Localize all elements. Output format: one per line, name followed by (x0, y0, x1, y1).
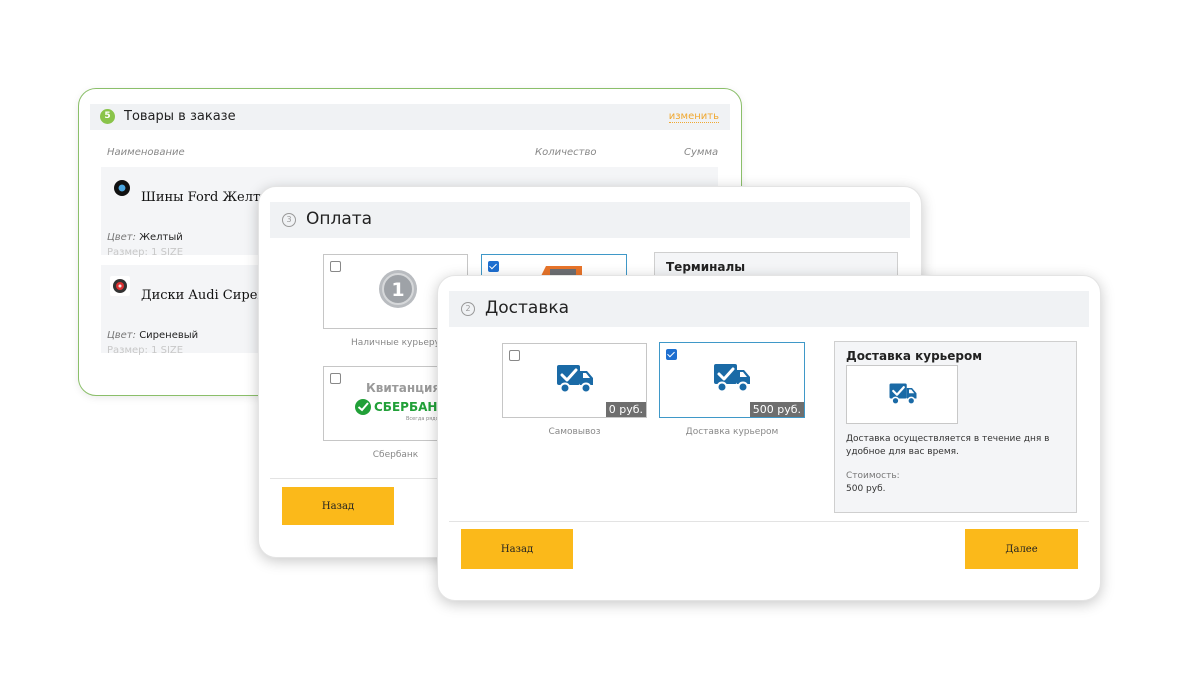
color-value: Желтый (139, 232, 183, 243)
color-value: Сиреневый (139, 330, 199, 341)
tire-icon (114, 180, 130, 196)
color-key: Цвет: (107, 330, 137, 341)
order-header: 5 Товары в заказе изменить (90, 104, 730, 130)
terminal-checkbox[interactable] (488, 261, 499, 272)
color-key: Цвет: (107, 232, 137, 243)
courier-price: 500 руб. (749, 402, 804, 417)
svg-text:1: 1 (391, 279, 404, 301)
payment-header: 3 Оплата (270, 202, 910, 238)
step-number: 2 (461, 302, 475, 316)
delivery-next-button[interactable]: Далее (965, 529, 1078, 569)
delivery-header: 2 Доставка (449, 291, 1089, 327)
delivery-truck-icon (889, 383, 917, 405)
delivery-truck-icon (714, 364, 750, 393)
delivery-cost-label: Стоимость: (846, 471, 900, 481)
divider (449, 521, 1089, 522)
courier-checkbox[interactable] (666, 349, 677, 360)
wheel-rim-icon (110, 276, 130, 296)
delivery-truck-icon (557, 365, 593, 394)
pickup-price: 0 руб. (605, 402, 646, 417)
cash-checkbox[interactable] (330, 261, 341, 272)
payment-back-button[interactable]: Назад (282, 487, 394, 525)
delivery-description: Доставка осуществляется в течение дня в … (846, 434, 1050, 457)
product-color: Цвет: Сиреневый (107, 330, 198, 341)
payment-info-title: Терминалы (666, 260, 746, 274)
delivery-back-button[interactable]: Назад (461, 529, 573, 569)
delivery-info-title: Доставка курьером (846, 349, 983, 363)
column-header-qty: Количество (535, 147, 597, 158)
pickup-caption: Самовывоз (548, 427, 601, 437)
step-5-icon: 5 (100, 109, 115, 124)
payment-title: Оплата (306, 209, 373, 229)
step-number: 3 (282, 213, 296, 227)
delivery-title: Доставка (485, 298, 570, 318)
sberbank-logo (355, 399, 371, 415)
delivery-option-pickup[interactable]: 0 руб. (502, 343, 647, 418)
cash-coin-icon: 1 (379, 270, 417, 308)
product-color: Цвет: Желтый (107, 232, 183, 243)
delivery-option-courier[interactable]: 500 руб. (659, 342, 805, 418)
delivery-card: 2 Доставка 0 руб. Самовывоз 500 руб. Дос… (437, 275, 1101, 601)
column-header-name: Наименование (107, 147, 185, 158)
product-size-faded: Размер: 1 SIZE (107, 247, 184, 258)
delivery-cost-value: 500 руб. (846, 484, 886, 494)
product-size-faded: Размер: 1 SIZE (107, 345, 184, 356)
delivery-info-image (846, 365, 958, 424)
delivery-info-panel: Доставка курьером Доставка осуществляетс… (834, 341, 1077, 513)
edit-order-link[interactable]: изменить (668, 111, 719, 123)
courier-caption: Доставка курьером (685, 427, 779, 437)
sberbank-checkbox[interactable] (330, 373, 341, 384)
order-title: Товары в заказе (124, 109, 236, 124)
column-header-sum: Сумма (684, 147, 719, 158)
pickup-checkbox[interactable] (509, 350, 520, 361)
receipt-label: Квитанция (366, 381, 441, 395)
